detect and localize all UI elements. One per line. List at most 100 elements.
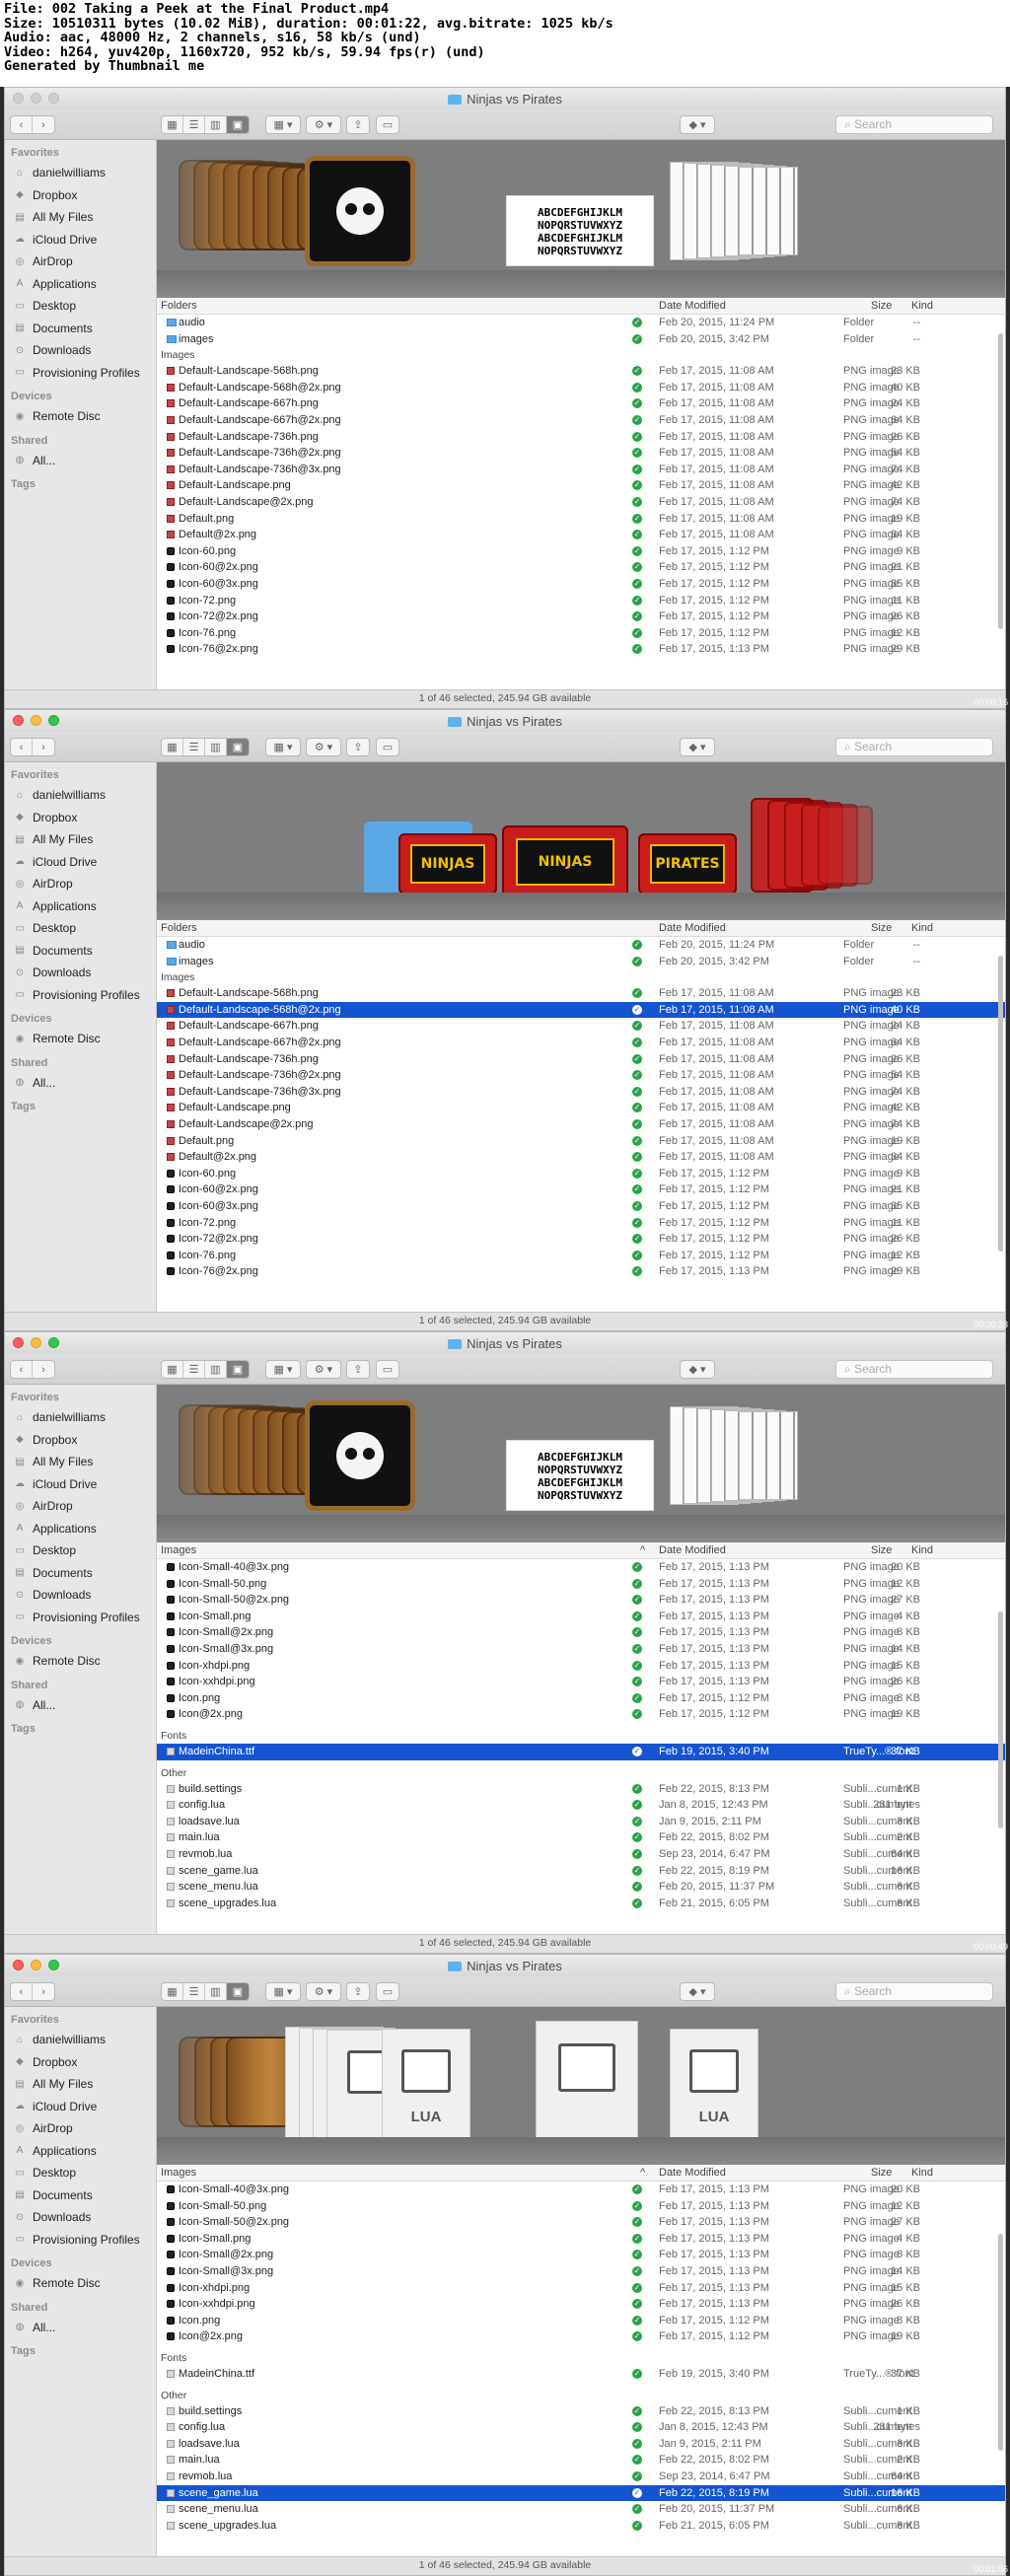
column-size[interactable]: Size: [871, 300, 892, 312]
column-size[interactable]: Size: [871, 922, 892, 934]
file-row[interactable]: Icon-76@2x.png ✓ Feb 17, 2015, 1:13 PM 29 K…: [157, 1263, 1005, 1280]
sidebar-item-0[interactable]: ⌂ danielwilliams: [5, 784, 156, 807]
list-scrollbar[interactable]: [998, 956, 1003, 1252]
file-row[interactable]: Default-Landscape-736h@2x.png ✓ Feb 17, 20…: [157, 445, 1005, 462]
sidebar-item-5[interactable]: A Applications: [5, 273, 156, 296]
file-row[interactable]: main.lua ✓ Feb 22, 2015, 8:02 PM 2 KB Subli.…: [157, 1829, 1005, 1846]
sidebar-item-shared-all[interactable]: ◍ All...: [5, 450, 156, 472]
sidebar-item-4[interactable]: ◎ AirDrop: [5, 1495, 156, 1518]
file-row[interactable]: Default-Landscape@2x.png ✓ Feb 17, 2015, 1…: [157, 1116, 1005, 1133]
file-row[interactable]: scene_upgrades.lua ✓ Feb 21, 2015, 6:05 PM…: [157, 2518, 1005, 2535]
file-row[interactable]: Icon-Small-40@3x.png ✓ Feb 17, 2015, 1:13 …: [157, 1559, 1005, 1576]
file-row[interactable]: Icon@2x.png ✓ Feb 17, 2015, 1:12 PM 19 KB PN…: [157, 2328, 1005, 2345]
file-row[interactable]: Icon-Small.png ✓ Feb 17, 2015, 1:13 PM 4 KB…: [157, 1609, 1005, 1625]
arrange-button[interactable]: ▦ ▾: [265, 1982, 301, 2001]
file-row[interactable]: Default-Landscape-667h.png ✓ Feb 17, 2015,…: [157, 395, 1005, 412]
sidebar-item-shared-all[interactable]: ◍ All...: [5, 2317, 156, 2339]
forward-button[interactable]: ›: [33, 1361, 54, 1378]
sidebar-item-remote-disc[interactable]: ◉ Remote Disc: [5, 405, 156, 428]
cover-flow[interactable]: NINJASNINJASPIRATESDefault-Landscape-568…: [157, 762, 1005, 920]
back-button[interactable]: ‹: [11, 1361, 33, 1378]
action-button[interactable]: ⚙ ▾: [306, 1360, 341, 1379]
file-row[interactable]: scene_upgrades.lua ✓ Feb 21, 2015, 6:05 PM…: [157, 1896, 1005, 1912]
sidebar-item-6[interactable]: ▭ Desktop: [5, 295, 156, 318]
column-name[interactable]: Images: [161, 1544, 196, 1556]
share-button[interactable]: ⇪: [346, 1982, 370, 2001]
sidebar-item-3[interactable]: ☁ iCloud Drive: [5, 851, 156, 874]
file-row[interactable]: Default-Landscape-568h.png ✓ Feb 17, 2015,…: [157, 363, 1005, 380]
column-date[interactable]: Date Modified: [659, 922, 726, 934]
file-row[interactable]: Icon-xxhdpi.png ✓ Feb 17, 2015, 1:13 PM 26 …: [157, 2296, 1005, 2313]
cover-flow-button[interactable]: ▣: [227, 1361, 249, 1378]
sidebar-item-8[interactable]: ⊙ Downloads: [5, 339, 156, 362]
column-kind[interactable]: Kind: [911, 1544, 933, 1556]
search-input[interactable]: ⌕ Search: [835, 1360, 993, 1379]
file-row[interactable]: Icon-60@2x.png ✓ Feb 17, 2015, 1:12 PM 21 K…: [157, 559, 1005, 576]
file-row[interactable]: Default-Landscape-736h@3x.png ✓ Feb 17, 20…: [157, 1084, 1005, 1101]
file-row[interactable]: Icon-60@3x.png ✓ Feb 17, 2015, 1:12 PM 35 K…: [157, 576, 1005, 593]
sidebar-item-6[interactable]: ▭ Desktop: [5, 1539, 156, 1562]
sidebar-item-1[interactable]: ◆ Dropbox: [5, 1429, 156, 1452]
column-kind[interactable]: Kind: [911, 922, 933, 934]
sidebar-item-2[interactable]: ▤ All My Files: [5, 1451, 156, 1473]
dropbox-button[interactable]: ◆ ▾: [680, 738, 715, 756]
file-row[interactable]: Default@2x.png ✓ Feb 17, 2015, 11:08 AM 34 …: [157, 1149, 1005, 1166]
column-view-button[interactable]: ▥: [205, 116, 227, 133]
file-row[interactable]: Icon-Small@3x.png ✓ Feb 17, 2015, 1:13 PM 1…: [157, 1641, 1005, 1658]
column-kind[interactable]: Kind: [911, 300, 933, 312]
search-input[interactable]: ⌕ Search: [835, 1982, 993, 2001]
file-row[interactable]: Icon@2x.png ✓ Feb 17, 2015, 1:12 PM 19 KB PN…: [157, 1706, 1005, 1723]
sidebar-item-4[interactable]: ◎ AirDrop: [5, 873, 156, 895]
list-scrollbar[interactable]: [998, 1611, 1003, 1828]
file-row[interactable]: Default-Landscape-736h@2x.png ✓ Feb 17, 20…: [157, 1067, 1005, 1084]
column-date[interactable]: Date Modified: [659, 2167, 726, 2179]
file-row[interactable]: Icon-Small-40@3x.png ✓ Feb 17, 2015, 1:13 …: [157, 2182, 1005, 2198]
arrange-button[interactable]: ▦ ▾: [265, 738, 301, 756]
file-row[interactable]: Icon-Small-50.png ✓ Feb 17, 2015, 1:13 PM 1…: [157, 1576, 1005, 1593]
icon-view-button[interactable]: ▦: [162, 1983, 183, 2000]
file-row[interactable]: loadsave.lua ✓ Jan 9, 2015, 2:11 PM 3 KB Sub…: [157, 1814, 1005, 1830]
sidebar-item-remote-disc[interactable]: ◉ Remote Disc: [5, 1028, 156, 1050]
sidebar-item-0[interactable]: ⌂ danielwilliams: [5, 1406, 156, 1429]
forward-button[interactable]: ›: [33, 116, 54, 133]
file-row[interactable]: Icon-76.png ✓ Feb 17, 2015, 1:12 PM 12 KB PN…: [157, 625, 1005, 642]
list-view-button[interactable]: ☰: [183, 739, 205, 755]
list-scrollbar[interactable]: [998, 333, 1003, 629]
share-button[interactable]: ⇪: [346, 1360, 370, 1379]
file-row[interactable]: scene_menu.lua ✓ Feb 20, 2015, 11:37 PM 6 K…: [157, 2501, 1005, 2518]
file-row[interactable]: loadsave.lua ✓ Jan 9, 2015, 2:11 PM 3 KB Sub…: [157, 2436, 1005, 2453]
share-button[interactable]: ⇪: [346, 738, 370, 756]
file-row[interactable]: Default-Landscape@2x.png ✓ Feb 17, 2015, 1…: [157, 494, 1005, 511]
column-view-button[interactable]: ▥: [205, 1361, 227, 1378]
file-row[interactable]: Default-Landscape-736h.png ✓ Feb 17, 2015,…: [157, 429, 1005, 446]
sidebar-item-7[interactable]: ▤ Documents: [5, 318, 156, 340]
file-row[interactable]: scene_game.lua ✓ Feb 22, 2015, 8:19 PM 16 K…: [157, 2484, 1005, 2502]
file-row[interactable]: Icon-Small-50.png ✓ Feb 17, 2015, 1:13 PM 1…: [157, 2198, 1005, 2215]
tag-button[interactable]: ▭: [376, 738, 399, 756]
column-name[interactable]: Folders: [161, 300, 197, 312]
file-row[interactable]: Default-Landscape.png ✓ Feb 17, 2015, 11:0…: [157, 477, 1005, 494]
file-row[interactable]: Icon-Small@2x.png ✓ Feb 17, 2015, 1:13 PM 8…: [157, 2247, 1005, 2263]
cover-flow[interactable]: LUALUAscene_game.lua: [157, 2007, 1005, 2165]
arrange-button[interactable]: ▦ ▾: [265, 115, 301, 134]
sidebar-item-9[interactable]: ▭ Provisioning Profiles: [5, 2229, 156, 2252]
file-row[interactable]: Default-Landscape-736h@3x.png ✓ Feb 17, 20…: [157, 462, 1005, 478]
sidebar-item-3[interactable]: ☁ iCloud Drive: [5, 2096, 156, 2118]
sidebar-item-3[interactable]: ☁ iCloud Drive: [5, 229, 156, 251]
file-row[interactable]: Default-Landscape-736h.png ✓ Feb 17, 2015,…: [157, 1051, 1005, 1068]
file-row[interactable]: Icon-72.png ✓ Feb 17, 2015, 1:12 PM 11 KB PN…: [157, 593, 1005, 609]
action-button[interactable]: ⚙ ▾: [306, 738, 341, 756]
column-view-button[interactable]: ▥: [205, 1983, 227, 2000]
file-row[interactable]: Icon-Small@3x.png ✓ Feb 17, 2015, 1:13 PM 1…: [157, 2263, 1005, 2280]
arrange-button[interactable]: ▦ ▾: [265, 1360, 301, 1379]
sidebar-item-7[interactable]: ▤ Documents: [5, 2184, 156, 2207]
sidebar-item-6[interactable]: ▭ Desktop: [5, 917, 156, 940]
sidebar-item-3[interactable]: ☁ iCloud Drive: [5, 1473, 156, 1496]
sidebar-item-4[interactable]: ◎ AirDrop: [5, 2117, 156, 2140]
cover-flow[interactable]: ABCDEFGHIJKLM NOPQRSTUVWXYZ ABCDEFGHIJKLM N…: [157, 1385, 1005, 1542]
sidebar-item-remote-disc[interactable]: ◉ Remote Disc: [5, 1650, 156, 1673]
file-row[interactable]: Icon-72@2x.png ✓ Feb 17, 2015, 1:12 PM 26 K…: [157, 1231, 1005, 1248]
file-row[interactable]: config.lua ✓ Jan 8, 2015, 12:43 PM 281 byte…: [157, 1797, 1005, 1814]
file-row[interactable]: Icon-Small@2x.png ✓ Feb 17, 2015, 1:13 PM 8…: [157, 1624, 1005, 1641]
sidebar-item-2[interactable]: ▤ All My Files: [5, 206, 156, 229]
